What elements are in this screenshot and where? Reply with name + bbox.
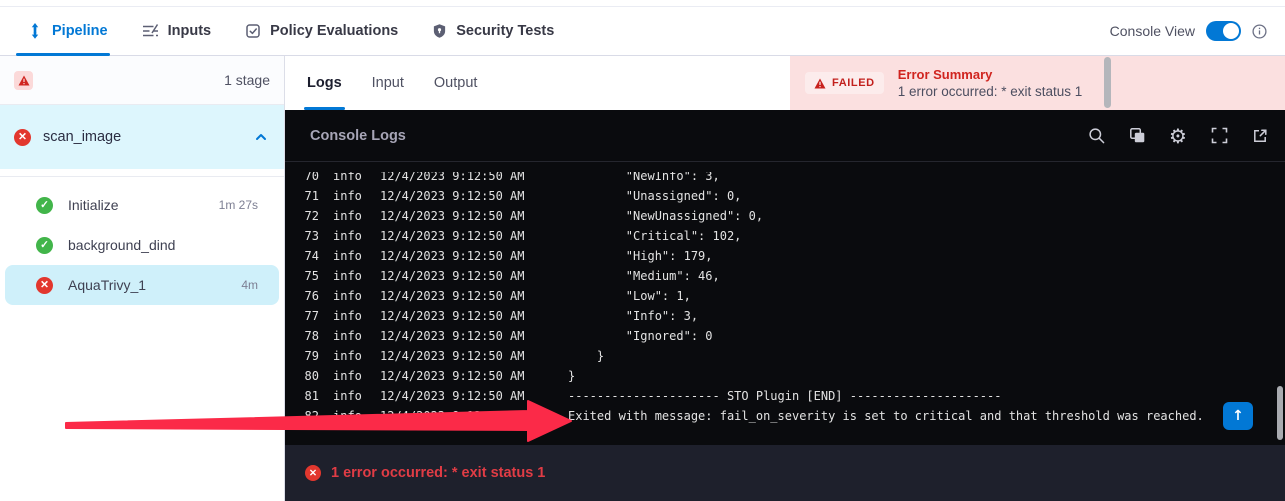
step-duration: 1m 27s <box>219 198 258 212</box>
log-line-71: 71info12/4/2023 9:12:50 AM "Unassigned":… <box>285 186 1273 206</box>
settings-icon[interactable]: ⚙ <box>1169 127 1187 145</box>
step-name: Initialize <box>68 197 204 213</box>
error-summary-scrollbar-thumb[interactable] <box>1104 57 1111 108</box>
failed-x-icon <box>36 277 53 294</box>
search-icon[interactable] <box>1087 127 1105 145</box>
log-line-82: 82info12/4/2023 9:12:50 AMExited with me… <box>285 406 1273 426</box>
tab-output[interactable]: Output <box>434 56 478 110</box>
failed-status-icon <box>14 129 31 146</box>
tab-input[interactable]: Input <box>372 56 404 110</box>
log-line-70: 70info12/4/2023 9:12:50 AM "NewInfo": 3, <box>285 172 1273 186</box>
step-name: background_dind <box>68 237 243 253</box>
policy-evaluations-icon <box>245 23 261 39</box>
nav-tab-label: Security Tests <box>456 23 554 39</box>
console-header: Console Logs ⚙ <box>285 110 1285 162</box>
scroll-to-top-button[interactable]: ↑ <box>1223 402 1253 430</box>
failed-badge-label: FAILED <box>832 77 875 89</box>
failed-badge: FAILED <box>805 72 884 94</box>
success-check-icon <box>36 237 53 254</box>
error-circle-icon <box>305 465 321 481</box>
step-list: Initialize 1m 27s background_dind AquaTrivy… <box>0 176 284 305</box>
log-line-81: 81info12/4/2023 9:12:50 AM--------------… <box>285 386 1273 406</box>
nav-tab-label: Pipeline <box>52 23 108 39</box>
nav-tab-policy-evaluations[interactable]: Policy Evaluations <box>245 7 398 55</box>
success-check-icon <box>36 197 53 214</box>
warning-icon <box>814 78 826 89</box>
log-line-78: 78info12/4/2023 9:12:50 AM "Ignored": 0 <box>285 326 1273 346</box>
log-viewport: 70info12/4/2023 9:12:50 AM "NewInfo": 3,… <box>285 172 1273 440</box>
step-aquatrivy-1[interactable]: AquaTrivy_1 4m <box>5 265 279 305</box>
console-scrollbar-thumb[interactable] <box>1277 386 1283 440</box>
stage-count: 1 stage <box>224 72 270 88</box>
log-line-76: 76info12/4/2023 9:12:50 AM "Low": 1, <box>285 286 1273 306</box>
log-line-80: 80info12/4/2023 9:12:50 AM} <box>285 366 1273 386</box>
top-nav: Pipeline Inputs Policy Evaluations Security… <box>0 6 1285 56</box>
stage-name: scan_image <box>43 129 121 145</box>
console-error-text: 1 error occurred: * exit status 1 <box>331 465 545 481</box>
copy-icon[interactable] <box>1128 127 1146 145</box>
fullscreen-icon[interactable] <box>1210 127 1228 145</box>
chevron-up-icon[interactable] <box>254 130 268 144</box>
nav-tab-pipeline[interactable]: Pipeline <box>27 7 108 55</box>
error-summary-text: Error Summary 1 error occurred: * exit s… <box>898 67 1083 99</box>
nav-tab-security-tests[interactable]: Security Tests <box>432 7 554 55</box>
tab-logs[interactable]: Logs <box>307 56 342 110</box>
info-icon[interactable] <box>1252 24 1267 39</box>
toggle-knob <box>1223 23 1239 39</box>
error-summary-message: 1 error occurred: * exit status 1 <box>898 84 1083 99</box>
pipeline-execution-page: Pipeline Inputs Policy Evaluations Security… <box>0 0 1285 501</box>
log-line-72: 72info12/4/2023 9:12:50 AM "NewUnassigne… <box>285 206 1273 226</box>
arrow-up-icon: ↑ <box>1232 408 1244 424</box>
log-line-77: 77info12/4/2023 9:12:50 AM "Info": 3, <box>285 306 1273 326</box>
pipeline-icon <box>27 23 43 39</box>
security-tests-icon <box>432 23 447 39</box>
sidebar: 1 stage scan_image Initialize 1m 27s backg… <box>0 56 285 501</box>
log-line-79: 79info12/4/2023 9:12:50 AM } <box>285 346 1273 366</box>
log-line-75: 75info12/4/2023 9:12:50 AM "Medium": 46, <box>285 266 1273 286</box>
console-title: Console Logs <box>310 128 406 144</box>
console-error-bar: 1 error occurred: * exit status 1 <box>285 445 1285 501</box>
stage-list-header: 1 stage <box>0 56 284 105</box>
error-summary: FAILED Error Summary 1 error occurred: *… <box>790 56 1285 110</box>
main-panel: Logs Input Output FAILED Error Summary 1 e… <box>285 56 1285 501</box>
nav-tab-label: Policy Evaluations <box>270 23 398 39</box>
open-in-new-icon[interactable] <box>1251 127 1269 145</box>
inputs-icon <box>142 23 159 39</box>
log-list: 70info12/4/2023 9:12:50 AM "NewInfo": 3,… <box>285 172 1273 440</box>
nav-tab-label: Inputs <box>168 23 212 39</box>
console-view-label: Console View <box>1110 23 1195 39</box>
log-tabs: Logs Input Output <box>307 56 477 110</box>
console-panel: Console Logs ⚙ 70info12/4/2023 9:12:50 A… <box>285 110 1285 501</box>
warning-icon <box>14 71 33 90</box>
step-name: AquaTrivy_1 <box>68 277 226 293</box>
log-line-73: 73info12/4/2023 9:12:50 AM "Critical": 1… <box>285 226 1273 246</box>
console-toolbar: ⚙ <box>1087 127 1269 145</box>
console-view-control: Console View <box>1110 7 1267 55</box>
error-summary-title: Error Summary <box>898 67 1083 82</box>
console-view-toggle[interactable] <box>1206 21 1241 41</box>
top-nav-tabs: Pipeline Inputs Policy Evaluations Security… <box>27 7 554 55</box>
step-duration: 4m <box>241 278 258 292</box>
step-initialize[interactable]: Initialize 1m 27s <box>0 185 284 225</box>
stage-row-scan-image[interactable]: scan_image <box>0 105 284 169</box>
nav-tab-inputs[interactable]: Inputs <box>142 7 212 55</box>
log-tabbar: Logs Input Output FAILED Error Summary 1 e… <box>285 56 1285 110</box>
step-background-dind[interactable]: background_dind <box>0 225 284 265</box>
log-line-74: 74info12/4/2023 9:12:50 AM "High": 179, <box>285 246 1273 266</box>
